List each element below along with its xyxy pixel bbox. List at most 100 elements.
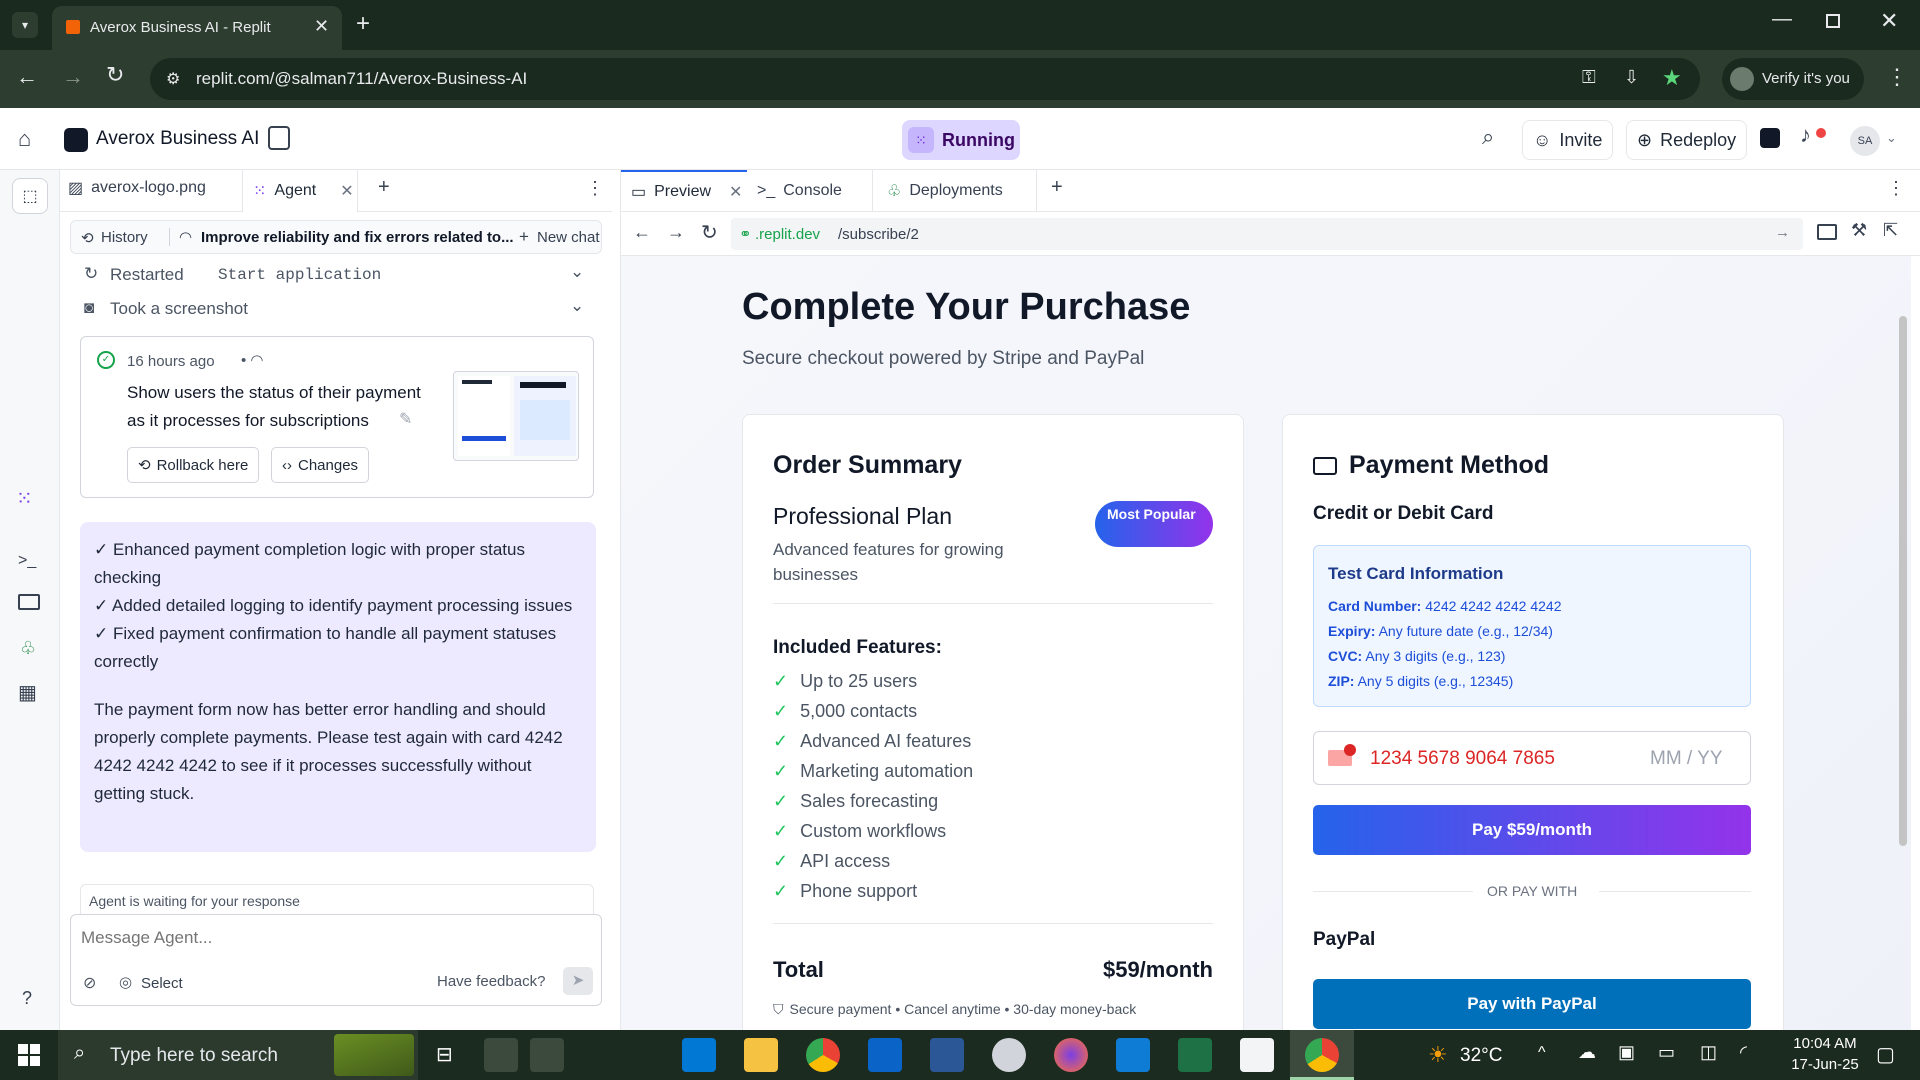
close-tab-icon[interactable]: ✕ (314, 16, 329, 37)
tab-preview[interactable]: ▭ Preview ✕ (621, 170, 747, 212)
close-window-icon[interactable]: ✕ (1880, 8, 1898, 34)
preview-back-icon[interactable]: ← (633, 222, 651, 243)
chevron-down-icon[interactable]: ⌄ (1886, 130, 1897, 146)
deployments-icon[interactable]: ♧ (20, 638, 36, 659)
restore-icon[interactable] (1826, 14, 1840, 28)
word-icon[interactable] (930, 1038, 964, 1072)
tray-app-icon[interactable]: ▣ (1618, 1042, 1635, 1063)
feedback-link[interactable]: Have feedback? (437, 973, 545, 990)
minimize-icon[interactable]: — (1772, 8, 1792, 31)
tab-agent[interactable]: ⁙ Agent ✕ (242, 170, 358, 212)
card-number-input[interactable]: 1234 5678 9064 7865 (1370, 748, 1555, 770)
console-icon[interactable]: >_ (18, 552, 36, 570)
select-element-icon[interactable]: ⬚ (12, 178, 48, 214)
windows-start-icon[interactable] (18, 1044, 40, 1066)
file-explorer-icon[interactable] (744, 1038, 778, 1072)
all-tools-grid-icon[interactable]: ▦ (18, 680, 37, 705)
extensions-icon[interactable] (1760, 128, 1780, 148)
tab-deployments[interactable]: ♧ Deployments (883, 170, 1037, 212)
onedrive-icon[interactable]: ☁ (1578, 1042, 1596, 1063)
verify-button[interactable]: Verify it's you (1722, 58, 1864, 100)
active-chrome-task[interactable] (1290, 1030, 1354, 1080)
expiry-input[interactable]: MM / YY (1650, 748, 1723, 770)
back-icon[interactable]: ← (16, 64, 38, 90)
install-app-icon[interactable]: ⇩ (1624, 67, 1639, 88)
close-tab-icon[interactable]: ✕ (729, 182, 742, 202)
screenshot-thumbnail[interactable] (453, 371, 579, 461)
password-key-icon[interactable]: ⚿ (1582, 67, 1596, 88)
preview-forward-icon[interactable]: → (667, 222, 685, 243)
help-icon[interactable]: ? (22, 988, 32, 1009)
pay-button[interactable]: Pay $59/month (1313, 805, 1751, 855)
tab-averox-logo[interactable]: ▨ averox-logo.png (68, 178, 206, 198)
attach-paperclip-icon[interactable]: ⊘ (83, 973, 96, 993)
clock-time[interactable]: 10:04 AM (1790, 1035, 1860, 1052)
step-screenshot[interactable]: ◙ Took a screenshot ⌄ (84, 296, 600, 326)
message-input[interactable] (81, 923, 581, 953)
temperature[interactable]: 32°C (1460, 1045, 1502, 1067)
tab-console[interactable]: >_ Console (753, 170, 873, 212)
step-restarted[interactable]: ↻ Restarted Start application ⌄ (84, 262, 600, 292)
tray-chevron-icon[interactable]: ^ (1538, 1044, 1546, 1062)
thread-title[interactable]: Improve reliability and fix errors relat… (201, 229, 514, 246)
select-button[interactable]: Select (141, 975, 183, 992)
tray-device-icon[interactable]: ◫ (1700, 1042, 1717, 1063)
settings-gear-icon[interactable] (530, 1038, 564, 1072)
device-icon[interactable] (1817, 224, 1837, 240)
edit-pencil-icon[interactable]: ✎ (399, 409, 412, 429)
chrome-icon[interactable] (806, 1038, 840, 1072)
home-icon[interactable]: ⌂ (18, 126, 31, 152)
redeploy-button[interactable]: ⊕ Redeploy (1626, 120, 1748, 160)
firefox-icon[interactable] (1054, 1038, 1088, 1072)
run-status-button[interactable]: ⁙ Running (902, 120, 1020, 160)
browser-tab[interactable]: Averox Business AI - Replit ✕ (52, 6, 342, 50)
weather-icon[interactable]: ☀ (1428, 1042, 1448, 1068)
send-icon[interactable]: ➤ (563, 967, 593, 995)
user-avatar[interactable]: SA (1850, 126, 1880, 156)
site-info-icon[interactable]: ⚙ (166, 69, 180, 89)
preview-url-field[interactable]: ⚭ .replit.dev /subscribe/2 → (731, 218, 1803, 250)
notification-center-icon[interactable]: ▢ (1876, 1042, 1895, 1067)
camera-app-icon[interactable] (484, 1038, 518, 1072)
wifi-icon[interactable]: ◜ (1740, 1042, 1747, 1063)
pane-menu-icon[interactable]: ⋮ (586, 178, 604, 199)
changes-button[interactable]: ‹› Changes (271, 447, 370, 483)
project-info-icon[interactable] (268, 126, 290, 150)
agent-icon[interactable]: ⁙ (16, 486, 33, 511)
excel-icon[interactable] (1178, 1038, 1212, 1072)
project-name[interactable]: Averox Business AI (96, 128, 259, 150)
new-left-tab-icon[interactable]: + (378, 176, 390, 199)
task-view-icon[interactable]: ⊟ (436, 1042, 453, 1067)
close-tab-icon[interactable]: ✕ (340, 181, 353, 201)
reload-icon[interactable]: ↻ (106, 62, 124, 88)
new-right-tab-icon[interactable]: + (1051, 176, 1063, 199)
browser-menu-icon[interactable]: ⋮ (1886, 64, 1908, 90)
invite-button[interactable]: ☺ Invite (1522, 120, 1614, 160)
forward-icon[interactable]: → (62, 64, 84, 90)
devtools-wrench-icon[interactable]: ⚒ (1851, 220, 1867, 241)
search-icon[interactable]: ⌕ (1482, 124, 1494, 150)
preview-monitor-icon[interactable] (18, 594, 40, 610)
card-element[interactable]: 1234 5678 9064 7865 MM / YY (1313, 731, 1751, 785)
microsoft-store-icon[interactable] (682, 1038, 716, 1072)
pane-menu-icon[interactable]: ⋮ (1887, 178, 1905, 199)
scrollbar-thumb[interactable] (1899, 316, 1907, 846)
taskbar-search-box[interactable]: ⌕ Type here to search (58, 1030, 418, 1080)
rollback-button[interactable]: ⟲ Rollback here (127, 447, 260, 483)
paypal-button[interactable]: Pay with PayPal (1313, 979, 1751, 1029)
preview-reload-icon[interactable]: ↻ (701, 220, 718, 245)
capcut-icon[interactable] (1240, 1038, 1274, 1072)
go-arrow-icon[interactable]: → (1775, 224, 1790, 241)
clock-date[interactable]: 17-Jun-25 (1790, 1056, 1860, 1073)
tab-search-icon[interactable]: ▾ (12, 12, 38, 38)
paint-icon[interactable] (992, 1038, 1026, 1072)
omnibox[interactable]: ⚙ replit.com/@salman711/Averox-Business-… (150, 58, 1700, 100)
vscode-icon[interactable] (1116, 1038, 1150, 1072)
notifications-bell-icon[interactable]: ♪ (1800, 122, 1811, 148)
new-tab-icon[interactable]: + (356, 10, 370, 38)
outlook-icon[interactable] (868, 1038, 902, 1072)
bookmark-star-icon[interactable]: ★ (1662, 65, 1682, 91)
open-external-icon[interactable]: ⇱ (1883, 220, 1898, 241)
new-chat-button[interactable]: New chat (537, 229, 600, 246)
battery-icon[interactable]: ▭ (1658, 1042, 1675, 1063)
